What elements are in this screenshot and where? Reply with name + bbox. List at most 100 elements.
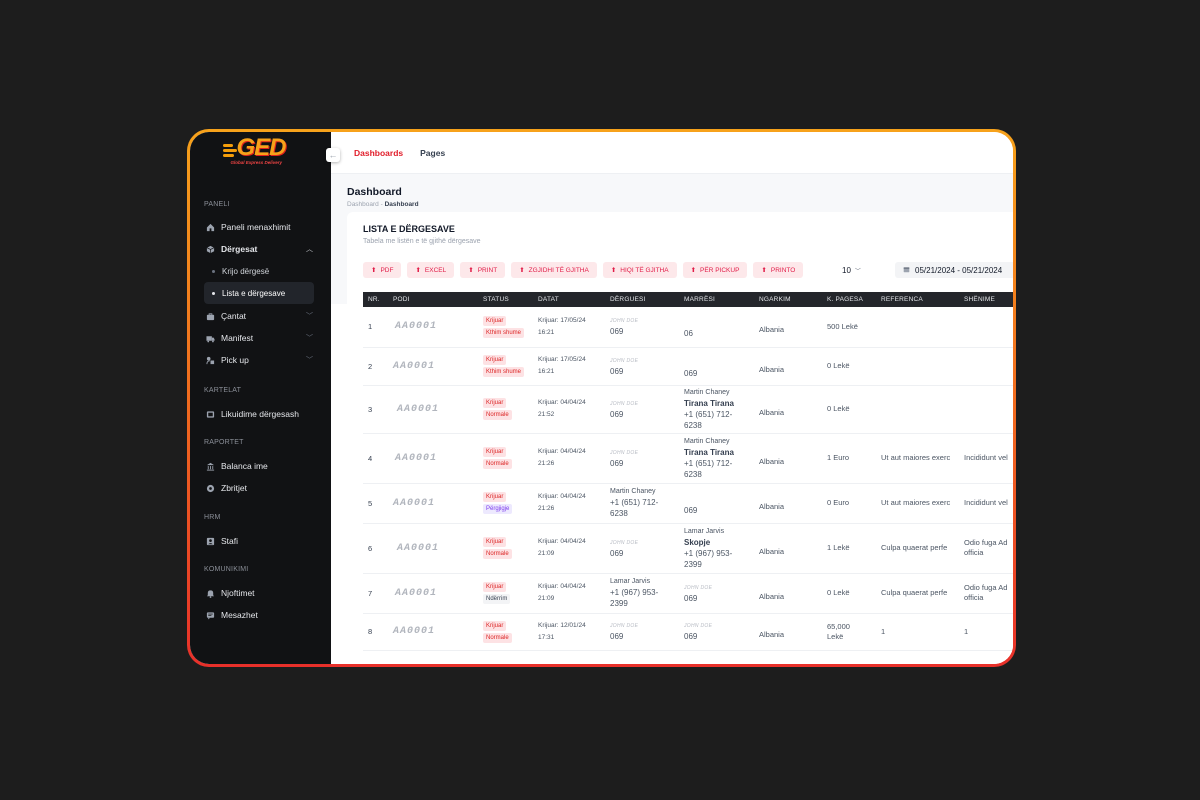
receiver-phone: +1 (651) 712-6238 xyxy=(684,409,733,430)
table-row[interactable]: 2 AA0001 Krijuar Kthim shume Krijuar: 17/05/… xyxy=(363,347,1013,386)
speed-line xyxy=(222,144,233,147)
select-all-button[interactable]: ⬆ ZGJIDHI TË GJITHA xyxy=(511,262,597,278)
cell-podi[interactable]: AA0001 xyxy=(388,307,478,348)
sidebar-item-mesazhet[interactable]: Mesazhet xyxy=(190,604,331,626)
cell-referenca: Ut aut maiores exerc xyxy=(876,433,959,484)
breadcrumb-link[interactable]: Dashboard xyxy=(347,201,379,208)
cell-nr: 5 xyxy=(363,483,388,524)
sidebar-item-cantat[interactable]: Çantat ﹀ xyxy=(190,305,331,327)
sidebar-item-balanca[interactable]: Balanca ime xyxy=(190,455,331,477)
col-derguesi-header[interactable]: DËRGUESI xyxy=(605,292,679,307)
table-row[interactable]: 4 AA0001 Krijuar Normale Krijuar: 04/04/24 21… xyxy=(363,433,1013,484)
cell-marresi: 06 xyxy=(679,307,754,348)
sidebar-item-pickup[interactable]: Pick up ﹀ xyxy=(190,349,331,371)
receiver-city: Tirana Tirana xyxy=(684,398,734,408)
cell-podi[interactable]: AA0001 xyxy=(388,385,478,434)
cell-status: Krijuar Kthim shume xyxy=(478,347,533,386)
breadcrumb-separator: - xyxy=(380,201,383,208)
sidebar-subitem-lista[interactable]: Lista e dërgesave xyxy=(204,282,314,304)
printo-button[interactable]: ⬆ PRINTO xyxy=(753,262,804,278)
col-referenca-header[interactable]: REFERENCA xyxy=(876,292,959,307)
sidebar-item-dashboard[interactable]: Paneli menaxhimit xyxy=(190,216,331,238)
per-page-value: 10 xyxy=(842,266,851,275)
cell-shenime xyxy=(959,347,1013,386)
table-row[interactable]: 5 AA0001 Krijuar Përgjigje Krijuar: 04/04/24… xyxy=(363,483,1013,524)
logo[interactable]: GED Global Express Delivery xyxy=(190,132,331,174)
sender-placeholder: JOHN DOE xyxy=(610,318,639,325)
payment-amount: 0 Euro xyxy=(827,498,850,507)
button-label: PDF xyxy=(380,266,394,274)
status-badge: Normale xyxy=(483,459,512,469)
sender-name: Martin Chaney xyxy=(610,488,656,495)
excel-button[interactable]: ⬆ EXCEL xyxy=(407,262,455,278)
col-ngarkim-header[interactable]: NGARKIM xyxy=(754,292,822,307)
sidebar-item-zbritjet[interactable]: Zbritjet xyxy=(190,477,331,499)
col-marresi-header[interactable]: MARRËSI xyxy=(679,292,754,307)
sidebar-subitem-krijo[interactable]: Krijo dërgesë xyxy=(204,260,314,282)
col-nr-header[interactable]: NR. xyxy=(363,292,388,307)
export-icon: ⬆ xyxy=(371,267,377,274)
sidebar-item-label: Njoftimet xyxy=(221,588,255,598)
payment-amount: 1 Euro xyxy=(827,453,850,462)
cell-podi[interactable]: AA0001 xyxy=(388,433,478,484)
load-country: Albania xyxy=(759,456,785,466)
cell-derguesi: JOHN DOE 069 xyxy=(605,613,679,651)
section-kartelat: KARTELAT xyxy=(204,387,242,394)
cell-ngarkim: Albania xyxy=(754,385,822,434)
cell-podi[interactable]: AA0001 xyxy=(388,573,478,614)
row-number: 7 xyxy=(368,588,373,598)
sender-phone: 069 xyxy=(610,548,624,558)
cell-podi[interactable]: AA0001 xyxy=(388,613,478,651)
table-row[interactable]: 3 AA0001 Krijuar Normale Krijuar: 04/04/24 21… xyxy=(363,385,1013,434)
table-row[interactable]: 7 AA0001 Krijuar Ndërrim Krijuar: 04/04/24 21… xyxy=(363,573,1013,614)
col-pagesa-header[interactable]: K. PAGESA xyxy=(822,292,876,307)
per-page-select[interactable]: 10 ﹀ xyxy=(842,266,861,275)
app-frame: GED Global Express Delivery PANELI Panel… xyxy=(187,129,1016,667)
cell-derguesi: Lamar Jarvis +1 (967) 953-2399 xyxy=(605,573,679,614)
button-label: PRINT xyxy=(477,266,498,274)
sidebar-item-manifest[interactable]: Manifest ﹀ xyxy=(190,327,331,349)
table-row[interactable]: 8 AA0001 Krijuar Normale Krijuar: 12/01/24 17… xyxy=(363,613,1013,651)
cell-podi[interactable]: AA0001 xyxy=(388,483,478,524)
notes-text: Incididunt vel xyxy=(964,453,1008,462)
card-icon xyxy=(206,410,215,419)
sender-placeholder: JOHN DOE xyxy=(610,539,639,546)
sidebar-item-stafi[interactable]: Stafi xyxy=(190,530,331,552)
col-datat-header[interactable]: DATAT xyxy=(533,292,605,307)
pdf-button[interactable]: ⬆ PDF xyxy=(363,262,402,278)
col-podi-header[interactable]: PODI xyxy=(388,292,478,307)
sidebar-item-dergesat[interactable]: Dërgesat ︿ xyxy=(190,238,331,260)
button-label: EXCEL xyxy=(424,266,447,274)
collapse-sidebar-button[interactable]: ← xyxy=(326,148,340,162)
sidebar-item-label: Balanca ime xyxy=(221,461,268,471)
row-number: 6 xyxy=(368,543,373,553)
receiver-placeholder: JOHN DOE xyxy=(684,584,713,591)
box-icon xyxy=(206,245,215,254)
table-row[interactable]: 1 AA0001 Krijuar Kthim shume Krijuar: 17/05/… xyxy=(363,307,1013,348)
table-row[interactable]: 6 AA0001 Krijuar Normale Krijuar: 04/04/24 21… xyxy=(363,523,1013,574)
sidebar-item-njoftimet[interactable]: Njoftimet xyxy=(190,582,331,604)
sidebar-item-label: Lista e dërgesave xyxy=(222,288,286,298)
cell-podi[interactable]: AA0001 xyxy=(388,347,478,386)
button-label: ZGJIDHI TË GJITHA xyxy=(528,266,589,274)
col-status-header[interactable]: STATUS xyxy=(478,292,533,307)
receiver-name: Martin Chaney xyxy=(684,437,730,445)
cell-ngarkim: Albania xyxy=(754,347,822,386)
print-button[interactable]: ⬆ PRINT xyxy=(460,262,506,278)
button-label: PËR PICKUP xyxy=(700,266,740,274)
tab-dashboards[interactable]: Dashboards xyxy=(354,148,403,158)
deselect-all-button[interactable]: ⬆ HIQI TË GJITHA xyxy=(602,262,677,278)
pod-code: AA0001 xyxy=(397,403,440,415)
tab-pages[interactable]: Pages xyxy=(420,148,445,158)
cell-podi[interactable]: AA0001 xyxy=(388,523,478,574)
cell-marresi: 069 xyxy=(679,483,754,524)
col-shenime-header[interactable]: SHËNIME xyxy=(959,292,1013,307)
date-range-picker[interactable]: 05/21/2024 - 05/21/2024 xyxy=(895,262,1013,278)
created-date: Krijuar: 04/04/24 xyxy=(538,583,586,590)
cell-shenime: Incididunt vel xyxy=(959,433,1013,484)
created-time: 21:09 xyxy=(538,595,555,602)
for-pickup-button[interactable]: ⬆ PËR PICKUP xyxy=(682,262,748,278)
receiver-phone: 06 xyxy=(684,329,693,339)
cell-referenca xyxy=(876,307,959,348)
sidebar-item-likuidime[interactable]: Likuidime dërgesash xyxy=(190,403,331,425)
